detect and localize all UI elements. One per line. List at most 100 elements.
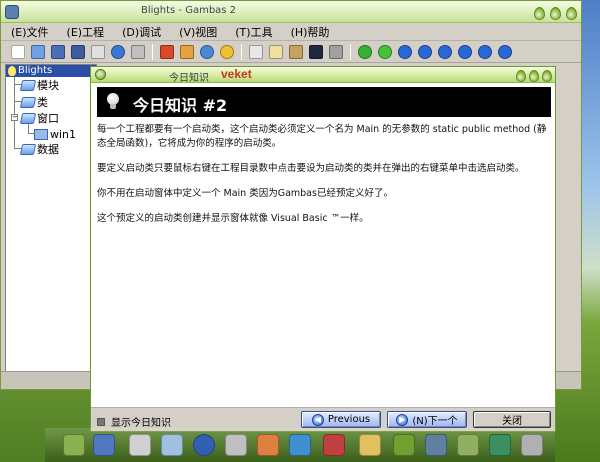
tip-heading: 今日知识 #2 [133, 96, 228, 115]
tip-paragraph: 每一个工程都要有一个启动类，这个启动类必须定义一个名为 Main 的无参数的 s… [97, 124, 547, 149]
screen-button[interactable] [307, 43, 325, 61]
dialog-minimize-button[interactable] [515, 68, 526, 82]
ide-titlebar[interactable]: Blights - Gambas 2 [1, 1, 581, 23]
folder-icon [19, 143, 37, 155]
toolbar-separator [350, 43, 351, 60]
properties-button[interactable] [89, 43, 107, 61]
dock-app-icon[interactable] [359, 434, 381, 456]
search-icon [329, 44, 343, 59]
tip-paragraph: 要定义启动类只要鼠标右键在工程目录数中点击要设为启动类的类并在弹出的右键菜单中击… [97, 163, 525, 174]
menu-debug[interactable]: (D)调试 [122, 24, 161, 40]
dialog-titlebar[interactable]: 今日知识 veket [91, 67, 555, 84]
translate-button[interactable] [178, 43, 196, 61]
tip-paragraph: 这个预定义的启动类创建并显示窗体就像 Visual Basic ™一样。 [97, 213, 369, 224]
window-controls [532, 4, 577, 20]
close-button[interactable]: 关闭 [473, 411, 551, 428]
project-root[interactable]: Blights [6, 65, 96, 77]
tree-item-win1[interactable]: win1 [34, 126, 76, 142]
step-icon [418, 44, 432, 59]
tip-paragraph: 你不用在启动窗体中定义一个 Main 类因为Gambas已经预定义好了。 [97, 188, 393, 199]
dock-app-icon[interactable] [323, 434, 345, 456]
dock-app-icon[interactable] [193, 434, 215, 456]
menu-view[interactable]: (V)视图 [179, 24, 217, 40]
dialog-close-button[interactable] [541, 68, 552, 82]
lightbulb-icon [220, 44, 234, 59]
step-over-icon [438, 44, 452, 59]
compile-button[interactable] [109, 43, 127, 61]
search-button[interactable] [327, 43, 345, 61]
show-tips-checkbox[interactable] [97, 417, 105, 426]
dock-app-icon[interactable] [225, 434, 247, 456]
project-tree: Blights 模块 类 − 窗口 win1 数据 [5, 64, 97, 384]
gambas-app-icon[interactable] [5, 5, 19, 19]
pause-button[interactable] [376, 43, 394, 61]
show-tips-option[interactable]: 显示今日知识 [97, 414, 171, 429]
maximize-button[interactable] [548, 4, 561, 20]
new-file-button[interactable] [9, 43, 27, 61]
dialog-maximize-button[interactable] [528, 68, 539, 82]
dialog-title: 今日知识 [169, 73, 209, 84]
step-button[interactable] [416, 43, 434, 61]
make-button[interactable] [129, 43, 147, 61]
tree-item-classes[interactable]: 类 [19, 94, 48, 110]
menu-file[interactable]: (E)文件 [11, 24, 49, 40]
tip-of-the-day-dialog: 今日知识 veket 今日知识 #2 每一个工程都要有一个启动类，这个启动类必须… [90, 66, 556, 432]
close-label: 关闭 [502, 416, 522, 427]
form-button[interactable] [247, 43, 265, 61]
menu-tools[interactable]: (T)工具 [235, 24, 272, 40]
dock-app-icon[interactable] [457, 434, 479, 456]
menu-help[interactable]: (H)帮助 [291, 24, 330, 40]
dialog-window-controls [515, 68, 552, 82]
dock-app-icon[interactable] [289, 434, 311, 456]
dialog-menu-icon[interactable] [95, 69, 106, 80]
help-icon [498, 44, 512, 59]
breakpoint-button[interactable] [476, 43, 494, 61]
toolbar [1, 41, 581, 63]
collapse-forms-toggle[interactable]: − [11, 114, 18, 121]
arrow-left-icon: ◀ [311, 413, 324, 426]
tree-item-data[interactable]: 数据 [19, 141, 59, 157]
step-out-button[interactable] [456, 43, 474, 61]
folder-icon [19, 79, 37, 91]
previous-label: Previous [327, 414, 371, 425]
save-all-button[interactable] [69, 43, 87, 61]
window-title: Blights - Gambas 2 [141, 5, 237, 16]
dock-app-icon[interactable] [521, 434, 543, 456]
minimize-button[interactable] [532, 4, 545, 20]
tree-item-modules[interactable]: 模块 [19, 77, 59, 93]
dock-app-icon[interactable] [257, 434, 279, 456]
dock-app-icon[interactable] [161, 434, 183, 456]
package-icon [160, 44, 174, 59]
edit-button[interactable] [267, 43, 285, 61]
properties-icon [91, 44, 105, 59]
package-button[interactable] [158, 43, 176, 61]
new-file-icon [11, 44, 25, 59]
previous-button[interactable]: ◀ Previous [301, 411, 381, 428]
open-button[interactable] [29, 43, 47, 61]
dock-app-icon[interactable] [129, 434, 151, 456]
settings-button[interactable] [198, 43, 216, 61]
tree-item-forms[interactable]: 窗口 [19, 110, 59, 126]
tips-button[interactable] [218, 43, 236, 61]
menu-project[interactable]: (E)工程 [67, 24, 105, 40]
dock-app-icon[interactable] [425, 434, 447, 456]
menubar: (E)文件 (E)工程 (D)调试 (V)视图 (T)工具 (H)帮助 [1, 23, 581, 41]
dock-app-icon[interactable] [63, 434, 85, 456]
tools-button[interactable] [287, 43, 305, 61]
dock-app-icon[interactable] [489, 434, 511, 456]
save-button[interactable] [49, 43, 67, 61]
make-icon [131, 44, 145, 59]
next-button[interactable]: ▶ (N)下一个 [387, 411, 467, 428]
settings-icon [200, 44, 214, 59]
edit-icon [269, 44, 283, 59]
run-button[interactable] [356, 43, 374, 61]
dock-app-icon[interactable] [93, 434, 115, 456]
step-over-button[interactable] [436, 43, 454, 61]
compile-icon [111, 44, 125, 59]
help-button[interactable] [496, 43, 514, 61]
close-window-button[interactable] [564, 4, 577, 20]
stop-button[interactable] [396, 43, 414, 61]
dock-app-icon[interactable] [393, 434, 415, 456]
tree-item-label: 模块 [37, 79, 59, 92]
dialog-title-extra: veket [221, 67, 252, 81]
